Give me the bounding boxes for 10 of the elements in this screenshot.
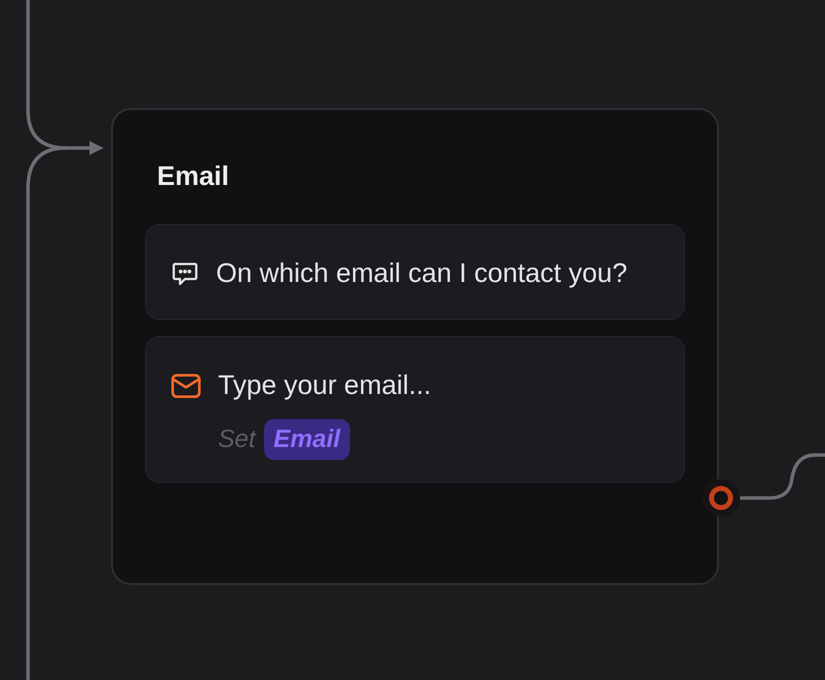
email-input-block[interactable]: Type your email... Set Email [145,336,685,483]
node-title: Email [157,160,230,193]
message-block[interactable]: On which email can I contact you? [145,224,685,320]
envelope-icon [170,371,202,401]
message-text: On which email can I contact you? [216,257,628,290]
input-placeholder-text: Type your email... [218,369,432,402]
output-port[interactable] [702,479,740,517]
variable-tag: Email [264,419,350,460]
flow-node[interactable]: Email On which email can I contact you? Type your email... Set Email [111,108,719,585]
set-label: Set [218,425,256,454]
